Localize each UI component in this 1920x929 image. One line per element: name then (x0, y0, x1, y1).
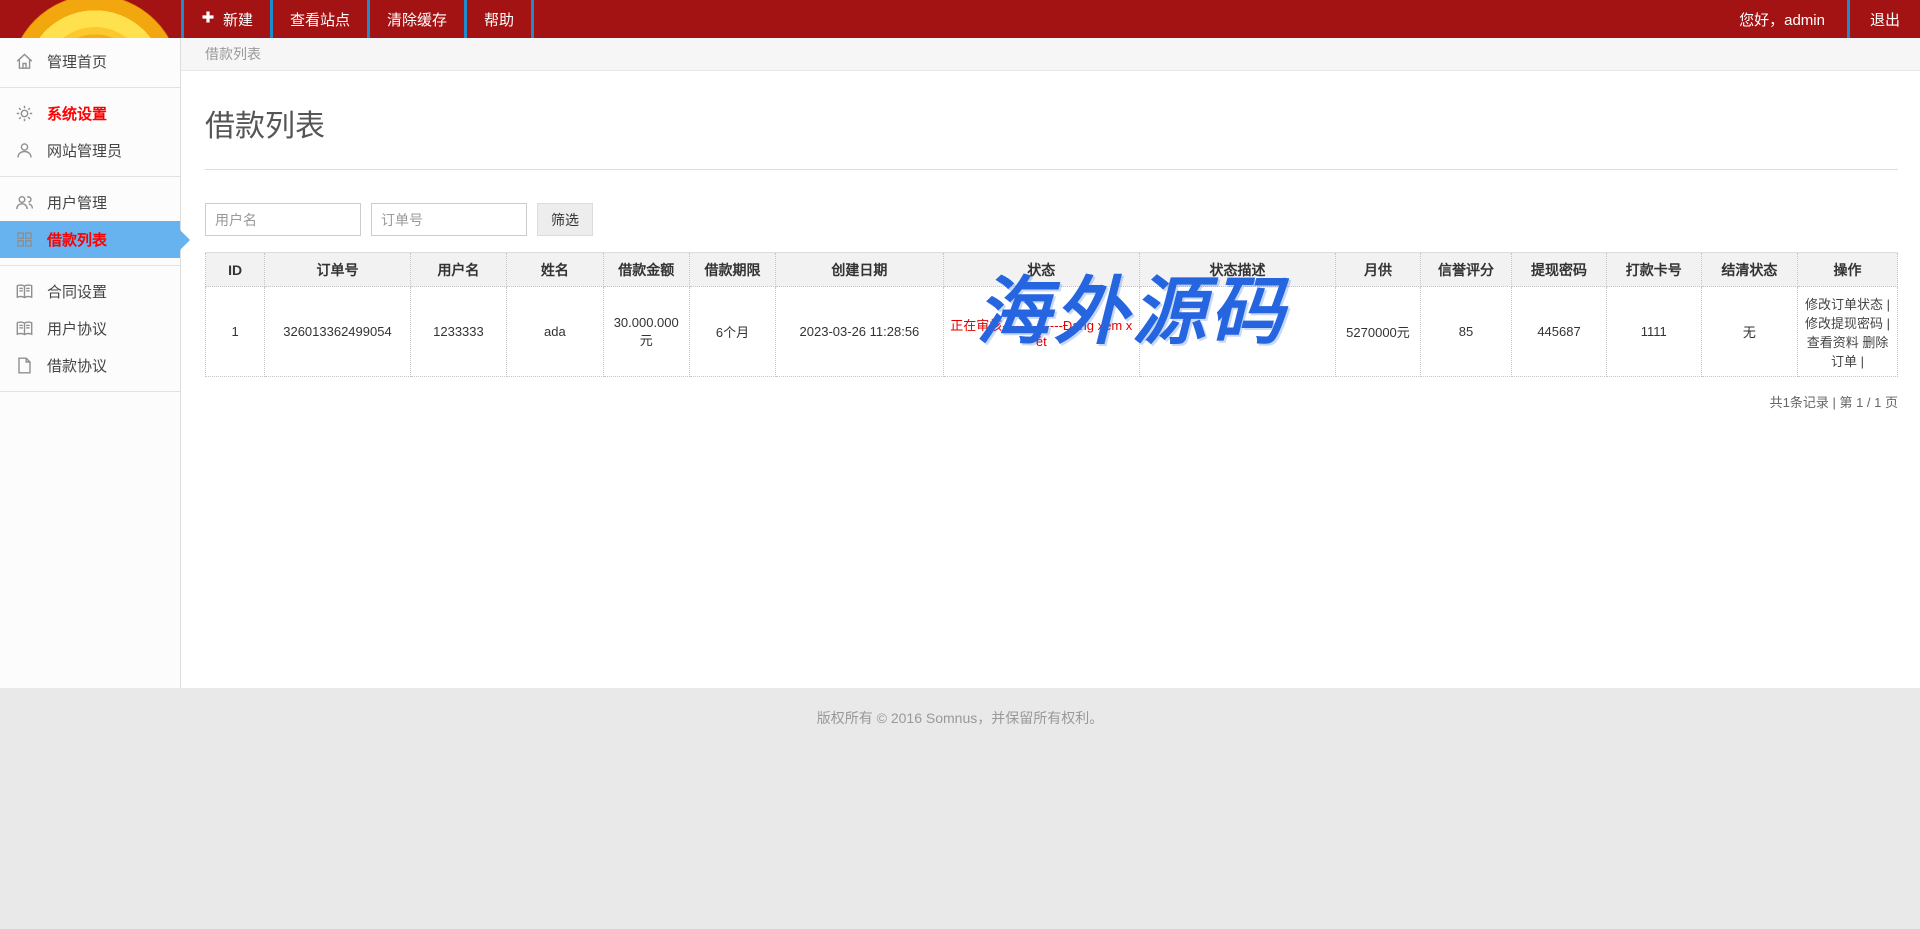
gear-icon (15, 104, 34, 123)
col-header-name: 姓名 (507, 253, 603, 287)
cell-credit: 85 (1420, 287, 1511, 377)
cell-term: 6个月 (689, 287, 775, 377)
cell-status-desc (1139, 287, 1335, 377)
edit-withdraw-password-link[interactable]: 修改提现密码 | (1805, 316, 1890, 331)
sidebar-item-label: 用户管理 (47, 192, 107, 213)
view-site-button[interactable]: 查看站点 (270, 0, 367, 38)
sidebar-divider (0, 265, 180, 266)
sidebar-item-loan-agreement[interactable]: 借款协议 (0, 347, 180, 384)
cell-order-no: 326013362499054 (265, 287, 411, 377)
cell-id: 1 (206, 287, 265, 377)
col-header-status-desc: 状态描述 (1139, 253, 1335, 287)
filter-button[interactable]: 筛选 (537, 203, 593, 236)
sidebar-divider (0, 391, 180, 392)
sidebar-item-label: 合同设置 (47, 281, 107, 302)
footer-copyright: 版权所有 © 2016 Somnus，并保留所有权利。 (0, 708, 1920, 728)
sidebar: 管理首页 系统设置 网站管理员 用户管理 借款列表 (0, 38, 181, 688)
topbar-right: 您好，admin 退出 (1717, 0, 1920, 38)
col-header-withdraw-pwd: 提现密码 (1512, 253, 1607, 287)
sidebar-item-label: 用户协议 (47, 318, 107, 339)
help-button[interactable]: 帮助 (464, 0, 534, 38)
loan-table: ID 订单号 用户名 姓名 借款金额 借款期限 创建日期 状态 状态描述 月供 … (205, 252, 1898, 377)
sidebar-item-label: 借款协议 (47, 355, 107, 376)
sidebar-item-site-admin[interactable]: 网站管理员 (0, 132, 180, 169)
sidebar-item-dashboard[interactable]: 管理首页 (0, 43, 180, 80)
table-row: 1 326013362499054 1233333 ada 30.000.000… (206, 287, 1898, 377)
col-header-created: 创建日期 (776, 253, 944, 287)
cell-name: ada (507, 287, 603, 377)
pagination-summary: 共1条记录 | 第 1 / 1 页 (205, 392, 1898, 411)
col-header-actions: 操作 (1798, 253, 1898, 287)
sidebar-item-label: 管理首页 (47, 51, 107, 72)
cell-monthly: 5270000元 (1336, 287, 1421, 377)
new-button[interactable]: 新建 (181, 0, 270, 38)
cell-created: 2023-03-26 11:28:56 (776, 287, 944, 377)
table-header-row: ID 订单号 用户名 姓名 借款金额 借款期限 创建日期 状态 状态描述 月供 … (206, 253, 1898, 287)
user-greeting: 您好，admin (1717, 0, 1847, 38)
col-header-credit: 信誉评分 (1420, 253, 1511, 287)
username-filter-input[interactable] (205, 203, 361, 236)
main-area: 借款列表 借款列表 筛选 ID 订单号 用 (181, 38, 1920, 688)
admin-user-icon (15, 141, 34, 160)
sidebar-divider (0, 87, 180, 88)
users-icon (15, 193, 34, 212)
grid-icon (15, 230, 34, 249)
title-divider (205, 169, 1898, 170)
sidebar-item-user-agreement[interactable]: 用户协议 (0, 310, 180, 347)
cell-settled: 无 (1701, 287, 1797, 377)
col-header-term: 借款期限 (689, 253, 775, 287)
topbar: 新建 查看站点 清除缓存 帮助 您好，admin 退出 (0, 0, 1920, 38)
sidebar-item-contract-settings[interactable]: 合同设置 (0, 273, 180, 310)
cell-status: 正在审核--------------Đang xem xét (943, 287, 1139, 377)
file-icon (15, 356, 34, 375)
col-header-order-no: 订单号 (265, 253, 411, 287)
cell-username: 1233333 (410, 287, 506, 377)
sidebar-item-label: 网站管理员 (47, 140, 122, 161)
filter-row: 筛选 (205, 203, 1898, 236)
clear-cache-button[interactable]: 清除缓存 (367, 0, 464, 38)
book-icon (15, 319, 34, 338)
page-wrap: 管理首页 系统设置 网站管理员 用户管理 借款列表 (0, 38, 1920, 688)
cell-actions: 修改订单状态 | 修改提现密码 | 查看资料 删除订单 | (1798, 287, 1898, 377)
sidebar-item-user-management[interactable]: 用户管理 (0, 184, 180, 221)
sidebar-item-loan-list[interactable]: 借款列表 (0, 221, 180, 258)
help-label: 帮助 (484, 9, 514, 30)
breadcrumb-current: 借款列表 (205, 44, 261, 64)
view-site-label: 查看站点 (290, 9, 350, 30)
order-no-filter-input[interactable] (371, 203, 527, 236)
cell-amount: 30.000.000 元 (603, 287, 689, 377)
home-icon (15, 52, 34, 71)
page-title: 借款列表 (205, 101, 1898, 145)
content: 借款列表 筛选 ID 订单号 用户名 姓名 (181, 71, 1920, 426)
new-button-label: 新建 (223, 9, 253, 30)
breadcrumb: 借款列表 (181, 38, 1920, 71)
active-item-arrow-icon (180, 230, 190, 250)
cell-withdraw-pwd: 445687 (1512, 287, 1607, 377)
col-header-status: 状态 (943, 253, 1139, 287)
sidebar-item-label: 系统设置 (47, 103, 107, 124)
logout-button[interactable]: 退出 (1850, 0, 1920, 38)
logo (0, 0, 181, 38)
col-header-username: 用户名 (410, 253, 506, 287)
coin-logo-icon (10, 0, 180, 38)
clear-cache-label: 清除缓存 (387, 9, 447, 30)
sidebar-item-system-settings[interactable]: 系统设置 (0, 95, 180, 132)
col-header-id: ID (206, 253, 265, 287)
col-header-monthly: 月供 (1336, 253, 1421, 287)
plus-icon (201, 10, 215, 28)
topnav: 新建 查看站点 清除缓存 帮助 (181, 0, 534, 38)
sidebar-item-label: 借款列表 (47, 229, 107, 250)
col-header-amount: 借款金额 (603, 253, 689, 287)
view-profile-link[interactable]: 查看资料 (1807, 335, 1859, 350)
book-icon (15, 282, 34, 301)
sidebar-divider (0, 176, 180, 177)
edit-order-status-link[interactable]: 修改订单状态 | (1805, 297, 1890, 312)
cell-card-no: 1111 (1606, 287, 1701, 377)
col-header-settled: 结清状态 (1701, 253, 1797, 287)
col-header-card-no: 打款卡号 (1606, 253, 1701, 287)
